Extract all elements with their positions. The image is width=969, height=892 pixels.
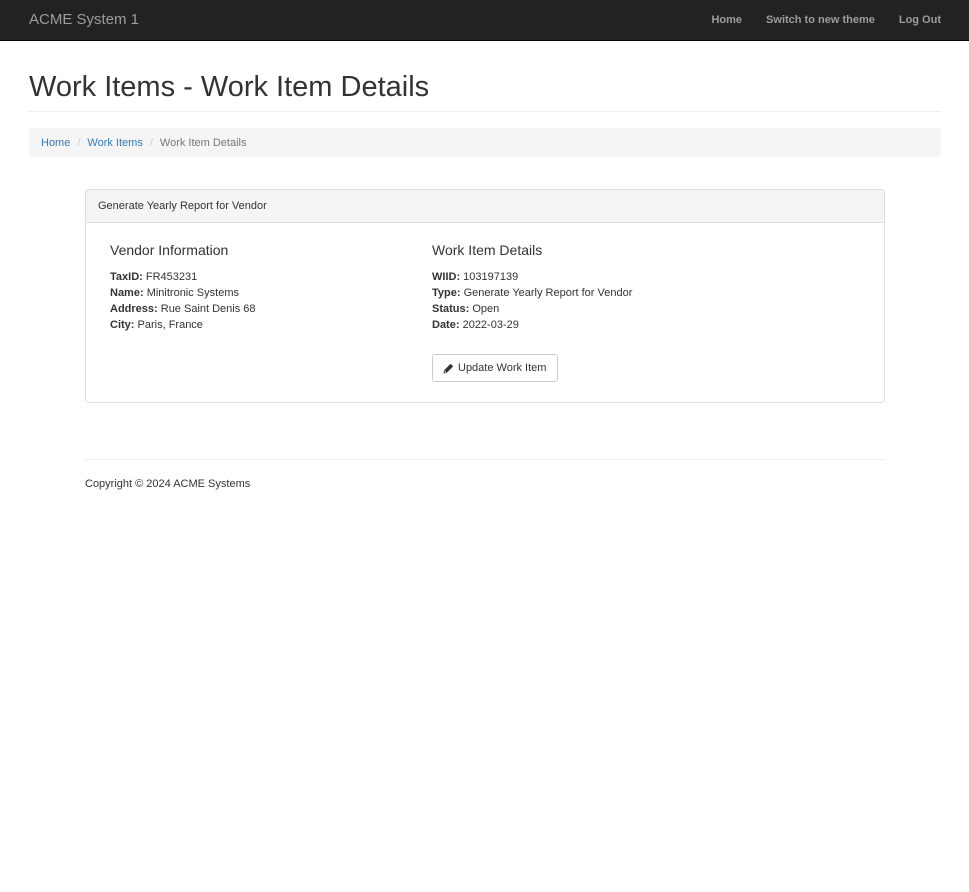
field-value: Minitronic Systems [146,287,239,299]
vendor-name-row: Name: Minitronic Systems [110,285,256,301]
title-divider [29,111,941,112]
update-work-item-button[interactable]: Update Work Item [432,354,558,382]
type-row: Type: Generate Yearly Report for Vendor [432,285,632,301]
work-item-details-title: Work Item Details [432,242,543,258]
status-row: Status: Open [432,301,632,317]
nav-logout-link[interactable]: Log Out [887,0,969,40]
wiid-row: WIID: 103197139 [432,269,632,285]
work-item-details-section: Work Item Details WIID: 103197139 Type: … [432,242,632,333]
field-label: Name: [110,287,144,299]
vendor-information-section: Vendor Information TaxID: FR453231 Name:… [110,242,256,333]
update-work-item-label: Update Work Item [458,362,547,374]
breadcrumb-separator: / [77,136,81,149]
breadcrumb-home-link[interactable]: Home [41,137,70,149]
date-row: Date: 2022-03-29 [432,317,632,333]
field-label: Status: [432,303,470,315]
field-label: Date: [432,319,460,331]
vendor-information-title: Vendor Information [110,242,229,258]
brand-link[interactable]: ACME System 1 [29,11,139,29]
field-value: Paris, France [137,319,203,331]
breadcrumb-current: Work Item Details [159,136,247,149]
top-navbar: ACME System 1 Home Switch to new theme L… [0,0,969,41]
vendor-address-row: Address: Rue Saint Denis 68 [110,301,256,317]
nav-links: Home Switch to new theme Log Out [699,0,969,40]
page-title: Work Items - Work Item Details [29,71,430,103]
nav-switch-theme-link[interactable]: Switch to new theme [754,0,887,40]
nav-home-link[interactable]: Home [699,0,754,40]
field-value: FR453231 [145,271,198,283]
breadcrumb-separator: / [149,136,153,149]
field-label: Type: [432,287,461,299]
panel-heading: Generate Yearly Report for Vendor [86,190,884,223]
field-value: Open [472,303,500,315]
field-value: Generate Yearly Report for Vendor [463,287,633,299]
breadcrumb-work-items-link[interactable]: Work Items [87,137,142,149]
footer-copyright: Copyright © 2024 ACME Systems [85,478,251,490]
field-value: 103197139 [463,271,519,283]
field-label: TaxID: [110,271,143,283]
field-label: WIID: [432,271,461,283]
breadcrumb: Home / Work Items / Work Item Details [29,128,941,157]
vendor-taxid-row: TaxID: FR453231 [110,269,256,285]
field-value: Rue Saint Denis 68 [160,303,256,315]
vendor-city-row: City: Paris, France [110,317,256,333]
pencil-icon [443,363,454,374]
field-label: Address: [110,303,158,315]
field-value: 2022-03-29 [462,319,519,331]
work-item-panel: Generate Yearly Report for Vendor Vendor… [85,189,885,403]
footer-divider [85,459,885,460]
field-label: City: [110,319,135,331]
